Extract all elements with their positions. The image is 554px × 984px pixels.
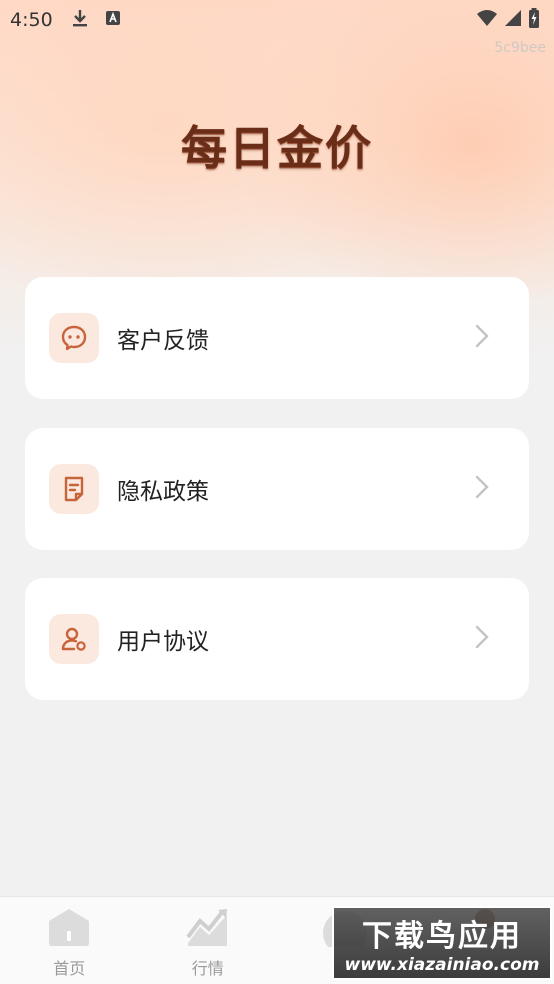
page-title: 每日金价 — [181, 121, 373, 175]
tab-market[interactable]: 行情 — [139, 897, 278, 984]
user-settings-icon — [49, 614, 99, 664]
chevron-right-icon — [475, 625, 489, 653]
tab-home[interactable]: 首页 — [0, 897, 139, 984]
download-icon — [71, 8, 89, 32]
tab-label: 行情 — [191, 959, 224, 978]
tab-label: 首页 — [53, 959, 86, 978]
watermark-title: 下载鸟应用 — [362, 919, 522, 954]
wifi-icon — [476, 9, 498, 31]
status-time: 4:50 — [10, 9, 53, 31]
menu-item-user-agreement[interactable]: 用户协议 — [25, 578, 529, 700]
menu-item-feedback[interactable]: 客户反馈 — [25, 277, 529, 399]
chart-icon — [185, 907, 231, 951]
battery-charging-icon — [528, 8, 540, 32]
chevron-right-icon — [475, 475, 489, 503]
build-hash: 5c9bee — [494, 40, 546, 56]
menu-item-label: 隐私政策 — [117, 479, 209, 505]
menu-item-label: 客户反馈 — [117, 328, 209, 354]
chevron-right-icon — [475, 324, 489, 352]
menu-item-privacy[interactable]: 隐私政策 — [25, 428, 529, 550]
a-badge-icon — [105, 10, 121, 30]
watermark-overlay: 下载鸟应用 www.xiazainiao.com — [332, 906, 552, 980]
watermark-url: www.xiazainiao.com — [344, 955, 540, 975]
home-icon — [46, 907, 92, 951]
document-icon — [49, 464, 99, 514]
signal-icon — [504, 9, 522, 31]
chat-bubble-icon — [49, 313, 99, 363]
menu-item-label: 用户协议 — [117, 629, 209, 655]
status-bar: 4:50 — [0, 0, 554, 40]
